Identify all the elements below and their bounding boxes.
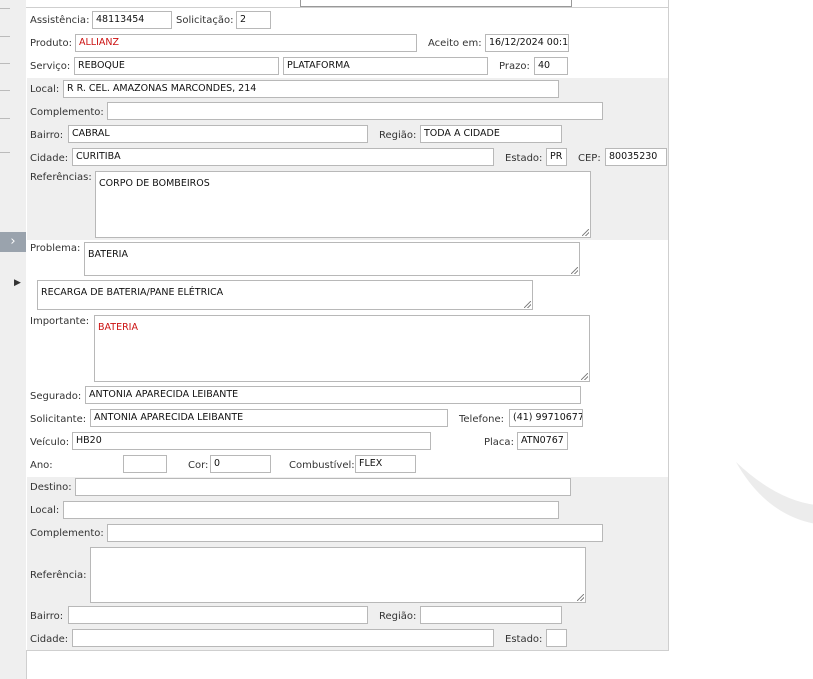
caret-right-icon[interactable]: ▶ xyxy=(14,278,21,288)
cep-field[interactable]: 80035230 xyxy=(605,148,667,166)
destino-complemento-field[interactable] xyxy=(107,524,603,542)
importante-label: Importante: xyxy=(30,316,90,327)
destino-referencia-textarea[interactable] xyxy=(90,547,586,603)
aceito-em-label: Aceito em: xyxy=(428,38,482,49)
cidade-label: Cidade: xyxy=(30,153,69,164)
background-swoosh-shape xyxy=(736,462,813,524)
local-label: Local: xyxy=(30,84,60,95)
estado-label: Estado: xyxy=(505,153,543,164)
servico-field[interactable]: REBOQUE xyxy=(74,57,279,75)
solicitante-field[interactable]: ANTONIA APARECIDA LEIBANTE xyxy=(90,409,448,427)
servico-tipo-field[interactable]: PLATAFORMA xyxy=(283,57,488,75)
ano-label: Ano: xyxy=(30,460,53,471)
combustivel-field[interactable]: FLEX xyxy=(355,455,416,473)
placa-label: Placa: xyxy=(484,437,514,448)
cor-label: Cor: xyxy=(188,460,209,471)
assistencia-label: Assistência: xyxy=(30,15,90,26)
ano-field[interactable] xyxy=(123,455,167,473)
placa-field[interactable]: ATN0767 xyxy=(517,432,568,450)
destino-local-field[interactable] xyxy=(63,501,559,519)
cor-field[interactable]: 0 xyxy=(210,455,271,473)
referencias-textarea[interactable]: CORPO DE BOMBEIROS xyxy=(95,171,591,238)
prazo-label: Prazo: xyxy=(499,61,530,72)
veiculo-field[interactable]: HB20 xyxy=(72,432,431,450)
regiao-field[interactable]: TODA A CIDADE xyxy=(420,125,562,143)
referencias-label: Referências: xyxy=(30,172,92,183)
problema-detalhe-textarea[interactable]: RECARGA DE BATERIA/PANE ELÉTRICA xyxy=(37,280,533,310)
solicitante-label: Solicitante: xyxy=(30,414,87,425)
problema-textarea[interactable]: BATERIA xyxy=(84,242,580,276)
top-field-edge xyxy=(300,0,572,7)
sidebar-divider xyxy=(0,152,10,153)
destino-estado-field[interactable] xyxy=(546,629,567,647)
produto-label: Produto: xyxy=(30,38,72,49)
destino-local-label: Local: xyxy=(30,505,60,516)
destino-label: Destino: xyxy=(30,482,72,493)
destino-referencia-label: Referência: xyxy=(30,570,87,581)
complemento-label: Complemento: xyxy=(30,107,104,118)
combustivel-label: Combustível: xyxy=(289,460,355,471)
veiculo-label: Veículo: xyxy=(30,437,70,448)
problema-label: Problema: xyxy=(30,243,81,254)
produto-field[interactable]: ALLIANZ xyxy=(75,34,417,52)
solicitacao-field[interactable]: 2 xyxy=(236,11,271,29)
destino-complemento-label: Complemento: xyxy=(30,528,104,539)
destino-regiao-field[interactable] xyxy=(420,606,562,624)
servico-label: Serviço: xyxy=(30,61,71,72)
telefone-label: Telefone: xyxy=(459,414,504,425)
sidebar-divider xyxy=(0,63,10,64)
estado-field[interactable]: PR xyxy=(546,148,567,166)
solicitacao-label: Solicitação: xyxy=(176,15,234,26)
chevron-right-icon: › xyxy=(10,234,16,249)
sidebar-divider xyxy=(0,36,10,37)
destino-cidade-field[interactable] xyxy=(72,629,494,647)
destino-cidade-label: Cidade: xyxy=(30,634,69,645)
destino-regiao-label: Região: xyxy=(379,611,417,622)
importante-textarea[interactable]: BATERIA xyxy=(94,315,590,382)
destino-estado-label: Estado: xyxy=(505,634,543,645)
bairro-label: Bairro: xyxy=(30,130,64,141)
bairro-field[interactable]: CABRAL xyxy=(68,125,368,143)
destino-field[interactable] xyxy=(75,478,571,496)
local-field[interactable]: R R. CEL. AMAZONAS MARCONDES, 214 xyxy=(63,80,559,98)
telefone-field[interactable]: (41) 997106779 xyxy=(509,409,583,427)
complemento-field[interactable] xyxy=(107,102,603,120)
aceito-em-field[interactable]: 16/12/2024 00:16 xyxy=(485,34,569,52)
sidebar-divider xyxy=(0,90,10,91)
sidebar-toggle-button[interactable]: › xyxy=(0,232,26,252)
prazo-field[interactable]: 40 xyxy=(534,57,568,75)
cidade-field[interactable]: CURITIBA xyxy=(72,148,494,166)
assistencia-field[interactable]: 48113454 xyxy=(92,11,172,29)
regiao-label: Região: xyxy=(379,130,417,141)
cep-label: CEP: xyxy=(578,153,601,164)
left-sidebar: › ▶ xyxy=(0,0,27,679)
sidebar-divider xyxy=(0,118,10,119)
destino-bairro-label: Bairro: xyxy=(30,611,64,622)
panel-top-border xyxy=(26,7,668,8)
sidebar-divider xyxy=(0,8,10,9)
destino-bairro-field[interactable] xyxy=(68,606,368,624)
segurado-field[interactable]: ANTONIA APARECIDA LEIBANTE xyxy=(85,386,581,404)
segurado-label: Segurado: xyxy=(30,391,82,402)
